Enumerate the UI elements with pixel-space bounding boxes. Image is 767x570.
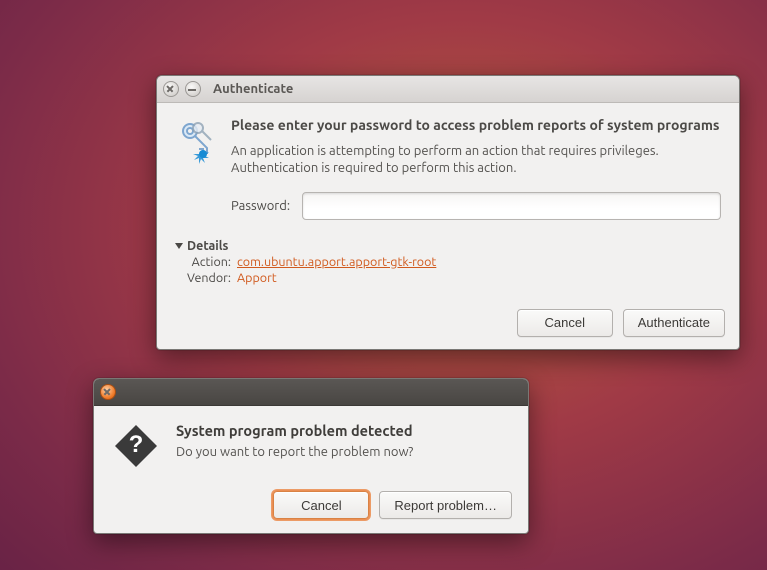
details-label: Details xyxy=(187,239,228,253)
problem-titlebar[interactable] xyxy=(94,379,528,406)
details-toggle[interactable]: Details xyxy=(175,239,228,253)
authenticate-titlebar[interactable]: Authenticate xyxy=(157,76,739,103)
keys-icon xyxy=(175,117,219,220)
cancel-button[interactable]: Cancel xyxy=(273,491,369,519)
chevron-down-icon xyxy=(175,243,183,249)
action-link[interactable]: com.ubuntu.apport.apport-gtk-root xyxy=(237,255,721,269)
auth-description: An application is attempting to perform … xyxy=(231,143,721,178)
close-icon[interactable] xyxy=(163,81,179,97)
desktop-background: Authenticate xyxy=(0,0,767,570)
problem-report-dialog: ? System program problem detected Do you… xyxy=(93,378,529,534)
action-key: Action: xyxy=(175,255,231,269)
problem-heading: System program problem detected xyxy=(176,422,510,439)
password-label: Password: xyxy=(231,199,290,213)
authenticate-dialog: Authenticate xyxy=(156,75,740,350)
problem-description: Do you want to report the problem now? xyxy=(176,445,510,459)
question-icon: ? xyxy=(112,422,162,473)
cancel-button[interactable]: Cancel xyxy=(517,309,613,337)
password-input[interactable] xyxy=(302,192,721,220)
minimize-icon[interactable] xyxy=(185,81,201,97)
vendor-value: Apport xyxy=(237,271,721,285)
window-title: Authenticate xyxy=(213,82,293,96)
report-problem-button[interactable]: Report problem… xyxy=(379,491,512,519)
auth-heading: Please enter your password to access pro… xyxy=(231,117,721,135)
close-icon[interactable] xyxy=(100,384,116,400)
authenticate-button[interactable]: Authenticate xyxy=(623,309,725,337)
vendor-key: Vendor: xyxy=(175,271,231,285)
svg-text:?: ? xyxy=(129,431,144,458)
